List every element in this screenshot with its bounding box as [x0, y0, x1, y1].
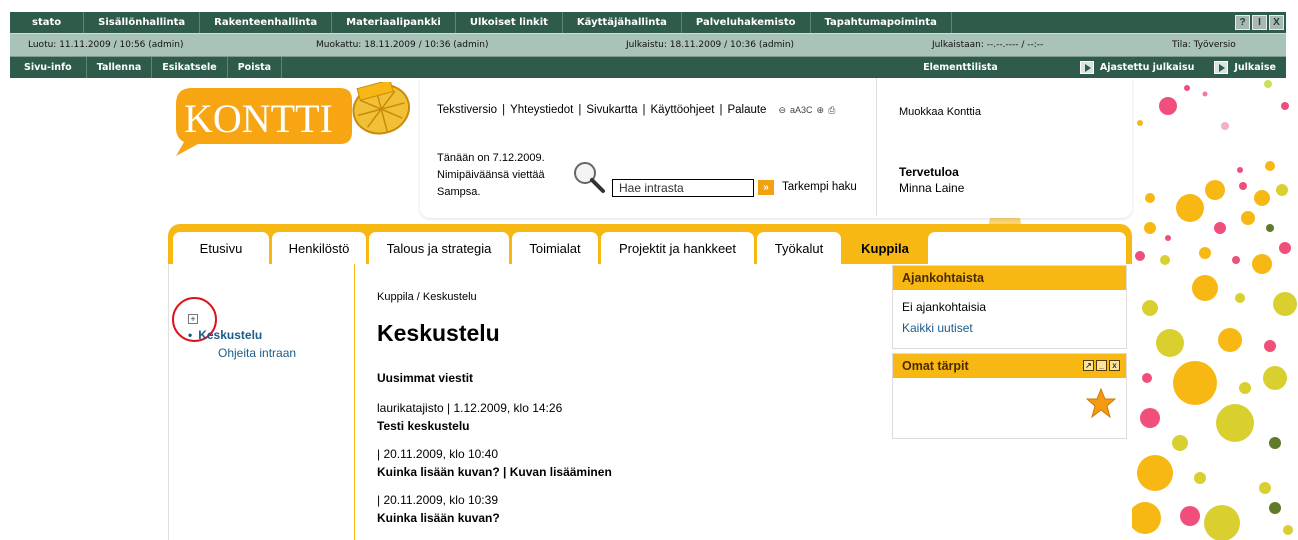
play-icon — [1079, 61, 1094, 74]
news-box-title: Ajankohtaista — [893, 266, 1126, 290]
advanced-search-link[interactable]: Tarkempi haku — [782, 181, 857, 193]
user-name: Minna Laine — [899, 181, 965, 195]
admin-menu-content-management[interactable]: Sisällönhallinta — [84, 12, 201, 33]
close-button[interactable]: X — [1269, 15, 1284, 30]
picks-box-header: Omat tärpit ↗ _ x — [893, 354, 1126, 378]
box-close-icon[interactable]: x — [1109, 360, 1120, 371]
post-title-link[interactable]: Testi keskustelu — [377, 419, 469, 433]
all-news-link[interactable]: Kaikki uutiset — [902, 321, 973, 335]
page-title: Keskustelu — [377, 320, 500, 346]
search-go-button[interactable]: » — [758, 180, 774, 195]
publish-label: Julkaise — [1234, 62, 1276, 73]
admin-menu-material-bank[interactable]: Materiaalipankki — [332, 12, 456, 33]
publish-button[interactable]: Julkaise — [1204, 57, 1286, 78]
page-toolbar: Sivu-info Tallenna Esikatsele Poista Ele… — [10, 57, 1286, 78]
scheduled-info: Julkaistaan: --.--.---- / --:-- — [932, 40, 1044, 50]
latest-messages-heading: Uusimmat viestit — [377, 371, 474, 385]
admin-menu-bar: stato Sisällönhallinta Rakenteenhallinta… — [10, 12, 1286, 33]
text-size-icon[interactable]: aA3C — [790, 105, 813, 115]
sitemap-link[interactable]: Sivukartta — [586, 104, 637, 116]
main-tabs: Etusivu Henkilöstö Talous ja strategia T… — [168, 224, 1132, 264]
print-icon[interactable]: ⎙ — [828, 105, 835, 116]
delete-button[interactable]: Poista — [228, 57, 283, 78]
picks-box-title: Omat tärpit — [902, 359, 969, 373]
welcome-title: Tervetuloa — [899, 165, 959, 179]
picks-box: Omat tärpit ↗ _ x — [892, 353, 1127, 439]
admin-menu-structure-management[interactable]: Rakenteenhallinta — [200, 12, 333, 33]
search-input[interactable] — [612, 179, 754, 197]
preview-button[interactable]: Esikatsele — [152, 57, 228, 78]
admin-menu-external-links[interactable]: Ulkoiset linkit — [456, 12, 563, 33]
nameday: Nimipäiväänsä viettää Sampsa. — [437, 169, 545, 198]
admin-menu-stato[interactable]: stato — [10, 12, 85, 33]
tab-talous[interactable]: Talous ja strategia — [369, 232, 509, 264]
edit-kontti-link[interactable]: Muokkaa Konttia — [899, 106, 981, 118]
admin-menu-service-directory[interactable]: Palveluhakemisto — [682, 12, 811, 33]
breadcrumb: Kuppila / Keskustelu — [377, 291, 477, 303]
contacts-link[interactable]: Yhteystiedot — [510, 104, 573, 116]
date-info: Tänään on 7.12.2009. Nimipäiväänsä viett… — [437, 150, 562, 201]
today-date: Tänään on 7.12.2009. — [437, 152, 545, 164]
post-title-link[interactable]: Kuinka lisään kuvan? — [377, 511, 500, 525]
user-guide-link[interactable]: Käyttöohjeet — [651, 104, 715, 116]
tab-toimialat[interactable]: Toimialat — [512, 232, 598, 264]
box-controls: ↗ _ x — [1083, 360, 1120, 371]
news-empty-text: Ei ajankohtaisia — [902, 300, 987, 314]
scheduled-publish-label: Ajastettu julkaisu — [1099, 62, 1195, 73]
play-icon — [1214, 61, 1229, 74]
window-buttons: ? I X — [1235, 12, 1286, 33]
info-button[interactable]: I — [1252, 15, 1267, 30]
news-box: Ajankohtaista Ei ajankohtaisia Kaikki uu… — [892, 265, 1127, 349]
feedback-link[interactable]: Palaute — [727, 104, 766, 116]
top-links: Tekstiversio | Yhteystiedot | Sivukartta | … — [437, 104, 836, 116]
save-button[interactable]: Tallenna — [87, 57, 153, 78]
kontti-logo[interactable]: KONTTI — [170, 82, 410, 162]
tab-kuppila[interactable]: Kuppila — [844, 232, 926, 264]
text-version-link[interactable]: Tekstiversio — [437, 104, 497, 116]
left-nav-divider — [354, 264, 355, 540]
scheduled-publish-button[interactable]: Ajastettu julkaisu — [1070, 57, 1205, 78]
header-divider — [876, 78, 877, 216]
tab-projektit[interactable]: Projektit ja hankkeet — [601, 232, 754, 264]
published-info: Julkaistu: 18.11.2009 / 10:36 (admin) — [626, 40, 795, 50]
search-icon — [574, 162, 605, 193]
zoom-out-icon[interactable]: ⊖ — [778, 105, 786, 116]
post-meta: | 20.11.2009, klo 10:40 — [377, 447, 498, 461]
box-minimize-icon[interactable]: _ — [1096, 360, 1107, 371]
logo-text: KONTTI — [184, 96, 333, 141]
page-info-bar: Luotu: 11.11.2009 / 10:56 (admin) Muokat… — [10, 33, 1286, 57]
elements-list-button[interactable]: Elementtilista — [909, 57, 1012, 78]
tab-etusivu[interactable]: Etusivu — [173, 232, 269, 264]
post-meta: laurikatajisto | 1.12.2009, klo 14:26 — [377, 401, 563, 415]
tab-tyokalut[interactable]: Työkalut — [757, 232, 841, 264]
created-info: Luotu: 11.11.2009 / 10:56 (admin) — [28, 40, 184, 50]
tab-spacer — [928, 232, 1126, 264]
star-icon[interactable] — [1086, 388, 1116, 418]
admin-menu-user-management[interactable]: Käyttäjähallinta — [563, 12, 682, 33]
tab-henkilosto[interactable]: Henkilöstö — [272, 232, 366, 264]
help-button[interactable]: ? — [1235, 15, 1250, 30]
post-title-link[interactable]: Kuinka lisään kuvan? | Kuvan lisääminen — [377, 465, 612, 479]
left-nav-ohjeita[interactable]: Ohjeita intraan — [218, 346, 296, 360]
modified-info: Muokattu: 18.11.2009 / 10:36 (admin) — [316, 40, 489, 50]
zoom-in-icon[interactable]: ⊕ — [817, 105, 825, 116]
left-nav-keskustelu[interactable]: Keskustelu — [188, 328, 262, 342]
admin-menu-event-picker[interactable]: Tapahtumapoiminta — [811, 12, 952, 33]
page-info-button[interactable]: Sivu-info — [10, 57, 87, 78]
box-edit-icon[interactable]: ↗ — [1083, 360, 1094, 371]
state-info: Tila: Työversio — [1172, 40, 1236, 50]
header-box: Tekstiversio | Yhteystiedot | Sivukartta | … — [420, 78, 1132, 218]
post-meta: | 20.11.2009, klo 10:39 — [377, 493, 498, 507]
